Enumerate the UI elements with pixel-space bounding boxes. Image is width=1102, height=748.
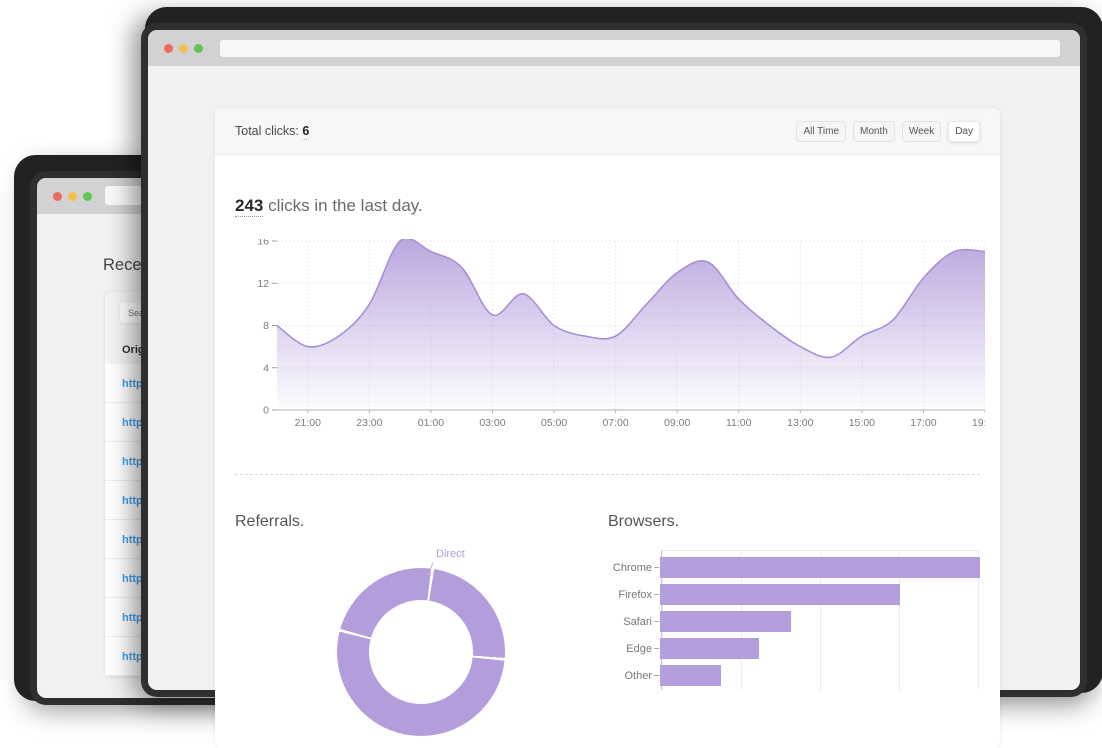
bar-fill [660, 557, 980, 578]
zoom-button[interactable] [83, 192, 92, 201]
svg-text:09:00: 09:00 [664, 417, 690, 429]
clicks-headline: 243 clicks in the last day. [235, 196, 980, 217]
svg-text:23:00: 23:00 [356, 417, 382, 429]
axis-tick [654, 567, 659, 568]
stats-card: Total clicks: 6 All Time Month Week Day 243… [215, 108, 1000, 748]
bar-row-safari: Safari [608, 608, 980, 635]
clicks-count: 243 [235, 196, 264, 217]
referrals-donut-chart: Direct [337, 548, 505, 736]
referrals-title: Referrals. [235, 513, 305, 530]
svg-text:13:00: 13:00 [787, 417, 813, 429]
axis-tick [654, 621, 659, 622]
clicks-headline-text: clicks in the last day. [263, 196, 423, 215]
zoom-button[interactable] [194, 44, 203, 53]
total-clicks-label: Total clicks: 6 [235, 124, 310, 140]
filter-button-week[interactable]: Week [901, 120, 942, 142]
time-range-filters: All Time Month Week Day [796, 120, 980, 142]
svg-text:15:00: 15:00 [849, 417, 875, 429]
total-clicks-text: Total clicks: [235, 124, 299, 138]
svg-text:16: 16 [257, 239, 269, 248]
svg-text:17:00: 17:00 [910, 417, 936, 429]
browsers-bar-chart: Chrome Firefox Safari Edge Other [608, 550, 980, 690]
svg-text:0: 0 [263, 405, 269, 417]
close-button[interactable] [164, 44, 173, 53]
bar-row-chrome: Chrome [608, 554, 980, 581]
svg-text:01:00: 01:00 [418, 417, 444, 429]
bar-row-edge: Edge [608, 635, 980, 662]
minimize-button[interactable] [179, 44, 188, 53]
svg-text:8: 8 [263, 320, 269, 332]
svg-text:11:00: 11:00 [726, 417, 752, 429]
svg-text:21:00: 21:00 [295, 417, 321, 429]
total-clicks-value: 6 [302, 124, 310, 140]
foreground-browser-window: Total clicks: 6 All Time Month Week Day 243… [148, 30, 1080, 748]
svg-text:07:00: 07:00 [602, 417, 628, 429]
donut-slice-label: Direct [436, 548, 465, 560]
bar-track [660, 581, 980, 608]
bar-fill [660, 638, 760, 659]
donut-label-line [427, 562, 434, 576]
browsers-title: Browsers. [608, 513, 680, 530]
bar-fill [660, 584, 900, 605]
bar-label: Edge [626, 642, 652, 655]
stats-card-header: Total clicks: 6 All Time Month Week Day [215, 108, 1000, 155]
bar-fill [660, 611, 792, 632]
address-bar[interactable] [220, 40, 1060, 57]
filter-button-month[interactable]: Month [853, 120, 895, 142]
bar-track [660, 608, 980, 635]
axis-tick [654, 594, 659, 595]
svg-text:03:00: 03:00 [479, 417, 505, 429]
filter-button-all-time[interactable]: All Time [796, 120, 847, 142]
bar-label: Safari [623, 615, 652, 628]
clicks-area-chart: 0 4 8 12 16 21:00 23:00 01:00 03:00 05:00 07:00 09:… [257, 236, 998, 430]
minimize-button[interactable] [68, 192, 77, 201]
bar-track [660, 554, 980, 581]
axis-tick [654, 648, 659, 649]
donut-hole [369, 600, 473, 704]
svg-text:19:00: 19:00 [972, 417, 985, 429]
bar-label: Chrome [612, 561, 652, 574]
traffic-lights [164, 44, 203, 53]
svg-text:4: 4 [263, 362, 269, 374]
bar-track [660, 635, 980, 662]
close-button[interactable] [53, 192, 62, 201]
traffic-lights [53, 192, 92, 201]
svg-text:05:00: 05:00 [541, 417, 567, 429]
bar-label: Firefox [618, 588, 652, 601]
bar-row-firefox: Firefox [608, 581, 980, 608]
svg-text:12: 12 [257, 278, 269, 290]
browser-toolbar [148, 30, 1080, 66]
filter-button-day[interactable]: Day [948, 120, 980, 142]
